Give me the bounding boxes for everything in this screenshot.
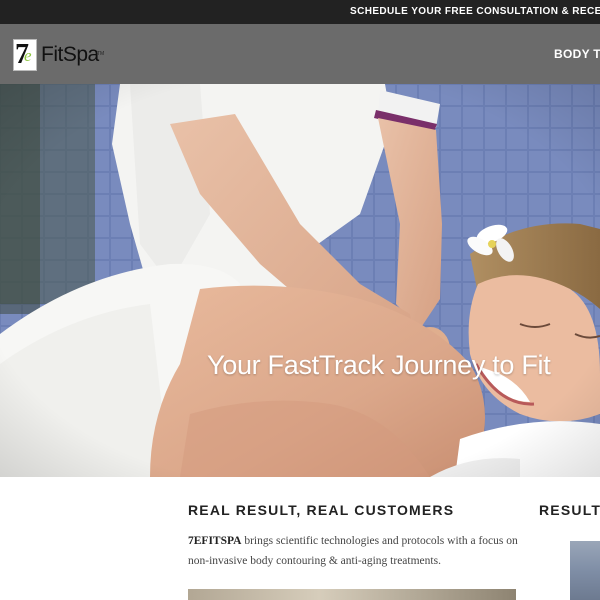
logo-mark-icon: 7 e	[13, 39, 37, 71]
hero-image	[0, 84, 600, 477]
brand-name: 7EFITSPA	[188, 535, 242, 547]
logo-text: FitSpa	[41, 43, 99, 66]
hero-title: Your FastTrack Journey to Fit	[207, 350, 551, 380]
nav-item-body-treatments[interactable]: BODY TR	[554, 47, 600, 61]
section-heading-results: REAL RESULT, REAL CUSTOMERS	[188, 502, 455, 518]
main-content: REAL RESULT, REAL CUSTOMERS 7EFITSPA bri…	[0, 477, 600, 600]
site-header: 7 e FitSpa TM BODY TR	[0, 24, 600, 84]
hero-banner: Your FastTrack Journey to Fit	[0, 84, 600, 477]
side-result-image[interactable]	[570, 541, 600, 600]
section-body-text: 7EFITSPA brings scientific technologies …	[188, 531, 518, 571]
side-heading-results: RESULT	[539, 502, 600, 518]
logo-mark-letter: e	[24, 46, 32, 65]
site-logo[interactable]: 7 e FitSpa	[13, 38, 99, 72]
featured-image[interactable]	[188, 589, 516, 600]
logo-trademark: TM	[97, 51, 105, 57]
promo-text[interactable]: SCHEDULE YOUR FREE CONSULTATION & RECEIV…	[350, 6, 600, 17]
top-promo-banner[interactable]: SCHEDULE YOUR FREE CONSULTATION & RECEIV…	[0, 0, 600, 24]
